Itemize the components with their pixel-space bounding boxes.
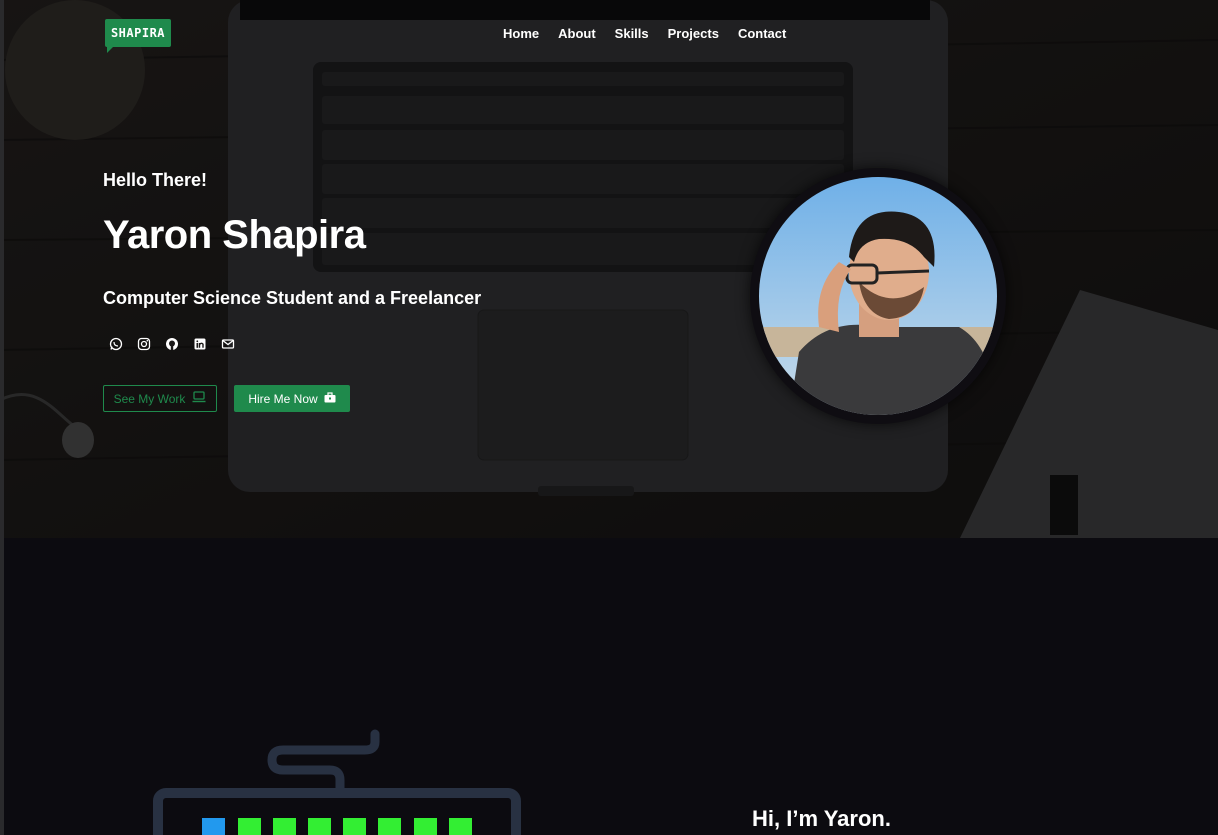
linkedin-icon[interactable] — [193, 337, 207, 351]
keyboard-illustration — [153, 729, 521, 835]
whatsapp-icon[interactable] — [109, 337, 123, 351]
hire-me-button[interactable]: Hire Me Now — [234, 385, 350, 412]
about-heading: Hi, I’m Yaron. — [752, 806, 891, 831]
mail-icon[interactable] — [221, 337, 235, 351]
nav-contact[interactable]: Contact — [738, 26, 786, 41]
main-nav: Home About Skills Projects Contact — [503, 26, 786, 41]
nav-skills[interactable]: Skills — [615, 26, 649, 41]
hero-greeting: Hello There! — [103, 170, 208, 190]
brand-logo-text: SHAPIRA — [110, 26, 166, 40]
nav-projects[interactable]: Projects — [668, 26, 719, 41]
see-my-work-button[interactable]: See My Work — [103, 385, 217, 412]
instagram-icon[interactable] — [137, 337, 151, 351]
briefcase-icon — [324, 391, 336, 406]
hero-section: SHAPIRA Home About Skills Projects Conta… — [0, 0, 1218, 538]
laptop-icon — [192, 391, 206, 406]
profile-photo — [759, 177, 997, 415]
hero-background-image — [0, 0, 1218, 538]
see-my-work-label: See My Work — [113, 391, 186, 406]
social-links — [109, 337, 235, 351]
page-edge — [0, 0, 4, 835]
hero-role: Computer Science Student and a Freelance… — [103, 288, 482, 308]
github-icon[interactable] — [165, 337, 179, 351]
nav-home[interactable]: Home — [503, 26, 539, 41]
nav-about[interactable]: About — [558, 26, 596, 41]
hire-me-label: Hire Me Now — [248, 391, 318, 406]
brand-logo[interactable]: SHAPIRA — [105, 19, 171, 53]
hero-name: Yaron Shapira — [103, 213, 366, 257]
profile-photo-frame — [750, 168, 1006, 424]
